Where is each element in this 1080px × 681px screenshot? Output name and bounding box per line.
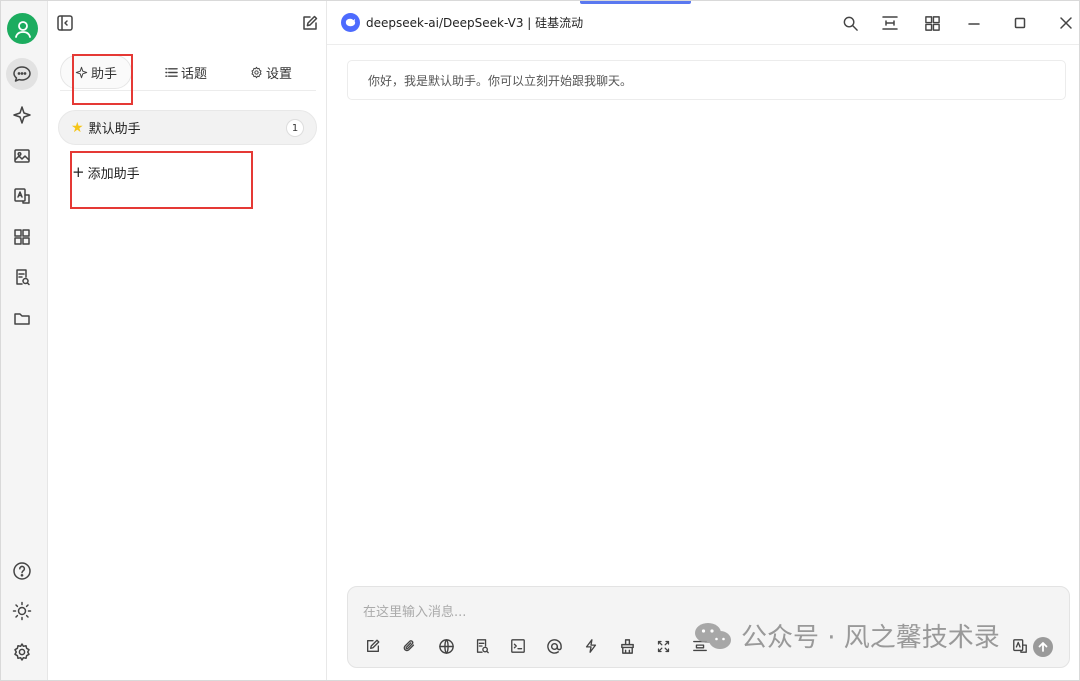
settings-icon[interactable] — [11, 641, 33, 663]
attachment-icon[interactable] — [398, 635, 420, 657]
new-topic-icon[interactable] — [362, 635, 384, 657]
chat-area: deepseek-ai/DeepSeek-V3 | 硅基流动 你好，我是默认助手… — [327, 1, 1079, 680]
message-input[interactable]: 在这里输入消息... — [363, 601, 466, 620]
add-assistant-button[interactable]: + 添加助手 — [72, 163, 140, 183]
tab-settings[interactable]: 设置 — [250, 55, 292, 89]
apps-icon[interactable] — [11, 226, 33, 248]
context-icon[interactable] — [689, 635, 711, 657]
app-window: 助手 话题 设置 ★ 默认助手 1 + 添加助手 deepseek-ai/Dee… — [0, 0, 1080, 681]
tab-assistants-label: 助手 — [91, 66, 118, 82]
expand-icon[interactable] — [652, 635, 674, 657]
grid-icon[interactable] — [921, 12, 943, 34]
knowledge-base-icon[interactable] — [471, 635, 493, 657]
topic-count-badge: 1 — [286, 119, 304, 137]
theme-icon[interactable] — [11, 600, 33, 622]
welcome-message: 你好，我是默认助手。你可以立刻开始跟我聊天。 — [347, 60, 1066, 100]
chat-icon[interactable] — [6, 58, 38, 90]
plus-icon: + — [72, 163, 85, 181]
send-button[interactable] — [1033, 637, 1053, 657]
quick-phrase-icon[interactable] — [580, 635, 602, 657]
tab-topics-label: 话题 — [181, 66, 208, 82]
side-tabs: 助手 话题 设置 — [60, 55, 316, 91]
topbar: deepseek-ai/DeepSeek-V3 | 硅基流动 — [327, 1, 1079, 45]
web-search-icon[interactable] — [435, 635, 457, 657]
add-assistant-label: 添加助手 — [87, 167, 140, 182]
search-icon[interactable] — [839, 12, 861, 34]
assistant-name: 默认助手 — [88, 122, 141, 137]
list-icon — [165, 67, 178, 77]
arrow-up-icon — [1038, 642, 1048, 652]
maximize-icon[interactable] — [1009, 12, 1031, 34]
icon-rail — [1, 1, 48, 680]
search-doc-icon[interactable] — [11, 266, 33, 288]
terminal-icon[interactable] — [507, 635, 529, 657]
minimap-icon[interactable] — [879, 12, 901, 34]
close-icon[interactable] — [1055, 12, 1077, 34]
clear-icon[interactable] — [616, 635, 638, 657]
minimize-icon[interactable] — [963, 12, 985, 34]
tab-assistants[interactable]: 助手 — [60, 55, 133, 89]
sparkle-icon — [75, 66, 88, 78]
translate-input-icon[interactable] — [1009, 635, 1031, 657]
folder-icon[interactable] — [11, 307, 33, 329]
translate-icon[interactable] — [11, 185, 33, 207]
tab-topics[interactable]: 话题 — [165, 55, 207, 89]
model-name: deepseek-ai/DeepSeek-V3 | 硅基流动 — [366, 16, 584, 30]
image-icon[interactable] — [11, 145, 33, 167]
new-chat-icon[interactable] — [299, 12, 321, 34]
model-selector[interactable]: deepseek-ai/DeepSeek-V3 | 硅基流动 — [341, 13, 583, 32]
message-composer[interactable]: 在这里输入消息... — [347, 586, 1070, 668]
sparkle-icon[interactable] — [11, 104, 33, 126]
mention-icon[interactable] — [543, 635, 565, 657]
help-icon[interactable] — [11, 560, 33, 582]
user-avatar-icon[interactable] — [7, 13, 38, 44]
deepseek-logo-icon — [341, 13, 360, 32]
assistant-item-default[interactable]: ★ 默认助手 1 — [58, 110, 317, 145]
tab-settings-label: 设置 — [266, 66, 293, 82]
star-icon: ★ — [71, 119, 84, 136]
assistant-panel: 助手 话题 设置 ★ 默认助手 1 + 添加助手 — [48, 1, 327, 680]
gear-icon — [251, 66, 262, 78]
toggle-sidebar-icon[interactable] — [54, 12, 76, 34]
